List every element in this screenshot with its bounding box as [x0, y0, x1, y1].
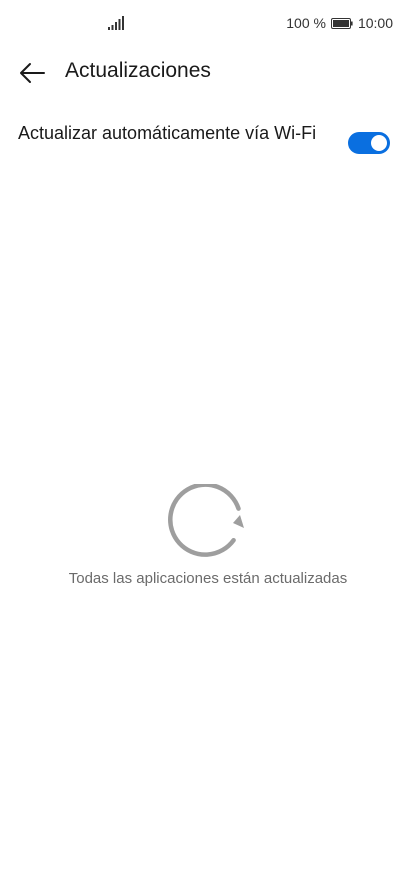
status-bar: 100 % 10:00 — [0, 0, 416, 46]
signal-icon — [108, 16, 124, 30]
empty-state: Todas las aplicaciones están actualizada… — [0, 484, 416, 587]
auto-update-wifi-setting[interactable]: Actualizar automáticamente vía Wi-Fi — [0, 118, 416, 174]
clock: 10:00 — [357, 15, 393, 31]
auto-update-wifi-label: Actualizar automáticamente vía Wi-Fi — [18, 123, 317, 143]
arrow-left-icon — [20, 63, 45, 83]
toggle-knob — [371, 135, 387, 151]
empty-state-message: Todas las aplicaciones están actualizada… — [68, 570, 348, 587]
back-button[interactable] — [16, 57, 48, 89]
battery-percentage: 100 % — [286, 15, 326, 31]
battery-icon — [330, 17, 353, 29]
auto-update-wifi-toggle[interactable] — [348, 132, 390, 154]
refresh-icon — [168, 484, 244, 557]
status-right: 100 % 10:00 — [286, 15, 393, 31]
app-header: Actualizaciones — [0, 48, 416, 98]
page-title: Actualizaciones — [65, 59, 211, 82]
